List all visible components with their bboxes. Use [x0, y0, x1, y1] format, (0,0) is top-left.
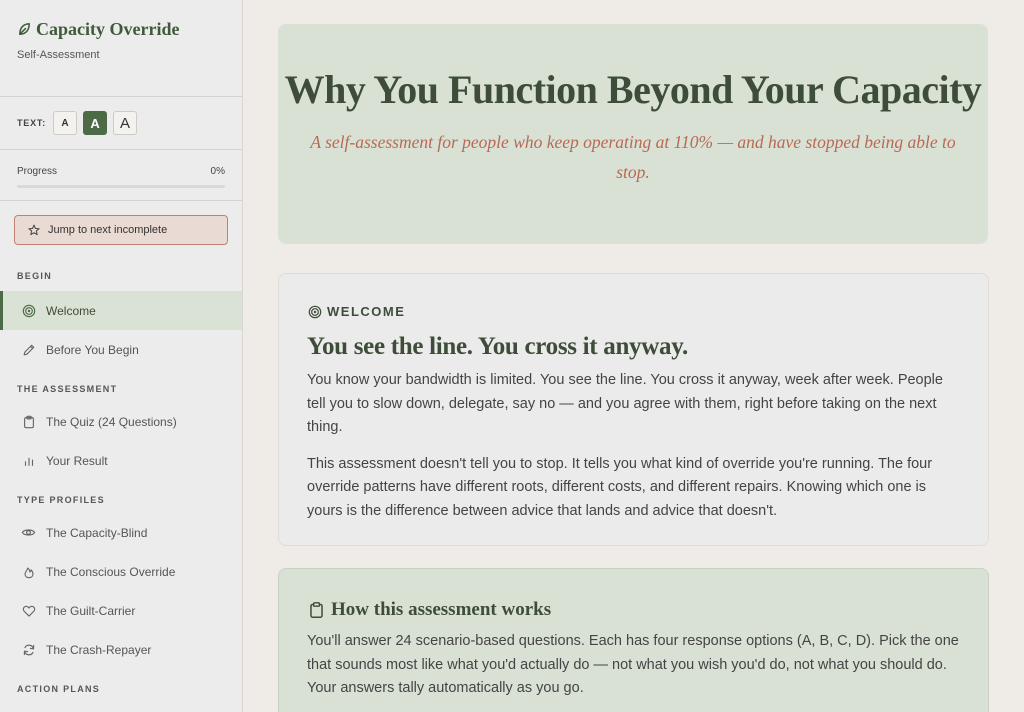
nav-item-label: Your Result: [46, 453, 108, 468]
flame-icon: [21, 564, 36, 579]
welcome-heading: You see the line. You cross it anyway.: [307, 333, 688, 360]
welcome-eyebrow: WELCOME: [307, 304, 960, 319]
brand-title-text: Capacity Override: [36, 19, 180, 39]
nav-item-guilt-carrier[interactable]: The Guilt-Carrier: [0, 591, 242, 630]
welcome-paragraph-1: You know your bandwidth is limited. You …: [307, 372, 943, 435]
progress-track: [17, 185, 225, 188]
pencil-icon: [21, 342, 36, 357]
nav-item-quiz[interactable]: The Quiz (24 Questions): [0, 402, 242, 441]
nav-item-label: The Guilt-Carrier: [46, 603, 136, 618]
bar-chart-icon: [21, 453, 36, 468]
nav-item-capacity-blind[interactable]: The Capacity-Blind: [0, 513, 242, 552]
progress: Progress 0%: [0, 150, 242, 201]
hero: Why You Function Beyond Your Capacity A …: [278, 24, 988, 244]
brand-title[interactable]: Capacity Override: [17, 19, 225, 40]
section-begin: BEGIN Welcome Before You Begin: [0, 271, 242, 369]
section-label: BEGIN: [17, 271, 53, 281]
how-it-works-paragraph: You'll answer 24 scenario-based question…: [307, 633, 959, 696]
target-icon: [307, 304, 322, 319]
target-icon: [21, 303, 36, 318]
nav-item-conscious-override[interactable]: The Conscious Override: [0, 552, 242, 591]
brand: Capacity Override Self-Assessment: [0, 0, 242, 97]
section-assessment: THE ASSESSMENT The Quiz (24 Questions) Y…: [0, 384, 242, 480]
nav-item-label: Before You Begin: [46, 342, 139, 357]
welcome-paragraph-2: This assessment doesn't tell you to stop…: [307, 455, 933, 519]
sidebar: Capacity Override Self-Assessment TEXT: …: [0, 0, 243, 712]
how-it-works-card: How this assessment works You'll answer …: [278, 568, 989, 712]
page-subtitle: A self-assessment for people who keep op…: [310, 132, 956, 182]
eye-icon: [21, 525, 36, 540]
section-type-profiles: TYPE PROFILES The Capacity-Blind The Con…: [0, 495, 242, 669]
clipboard-icon: [21, 414, 36, 429]
nav-item-before-you-begin[interactable]: Before You Begin: [0, 330, 242, 369]
progress-label: Progress: [17, 166, 58, 177]
welcome-eyebrow-text: WELCOME: [327, 304, 406, 319]
jump-label: Jump to next incomplete: [48, 224, 168, 236]
nav-item-label: The Crash-Repayer: [46, 642, 152, 657]
section-label: TYPE PROFILES: [17, 495, 105, 505]
section-action-plans: ACTION PLANS: [0, 684, 242, 694]
nav-item-welcome[interactable]: Welcome: [0, 291, 242, 330]
nav-item-label: The Quiz (24 Questions): [46, 414, 177, 429]
star-icon: [26, 223, 41, 238]
progress-value: 0%: [210, 166, 225, 177]
refresh-icon: [21, 642, 36, 657]
text-size-label: TEXT:: [17, 118, 47, 128]
how-it-works-title: How this assessment works: [307, 599, 960, 621]
text-size-medium-button[interactable]: A: [83, 111, 108, 135]
how-it-works-title-text: How this assessment works: [331, 599, 552, 620]
text-size-control: TEXT: A A A: [0, 97, 242, 150]
main-content: Why You Function Beyond Your Capacity A …: [243, 0, 1024, 712]
nav-item-label: The Capacity-Blind: [46, 525, 148, 540]
clipboard-icon: [307, 601, 325, 619]
nav-item-label: Welcome: [46, 303, 96, 318]
brand-subtitle: Self-Assessment: [17, 49, 100, 61]
nav-item-your-result[interactable]: Your Result: [0, 441, 242, 480]
section-label: THE ASSESSMENT: [17, 384, 118, 394]
page-title: Why You Function Beyond Your Capacity: [284, 67, 982, 112]
text-size-large-button[interactable]: A: [113, 111, 138, 135]
jump-to-next-incomplete-button[interactable]: Jump to next incomplete: [14, 215, 228, 245]
welcome-card: WELCOME You see the line. You cross it a…: [278, 273, 989, 546]
heart-icon: [21, 603, 36, 618]
nav-item-crash-repayer[interactable]: The Crash-Repayer: [0, 630, 242, 669]
nav-item-label: The Conscious Override: [46, 564, 176, 579]
leaf-icon: [17, 22, 32, 37]
text-size-small-button[interactable]: A: [53, 111, 78, 135]
section-label: ACTION PLANS: [17, 684, 101, 694]
